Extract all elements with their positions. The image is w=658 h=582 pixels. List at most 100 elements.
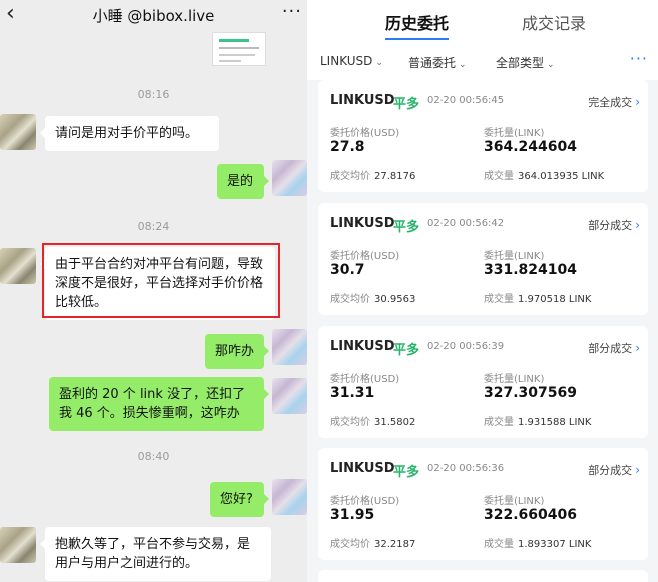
filled-value: 1.931588 LINK <box>518 417 592 428</box>
tab-trade-records[interactable]: 成交记录 <box>522 10 586 34</box>
order-side: 平多 <box>393 343 420 358</box>
timestamp: 08:40 <box>137 450 170 463</box>
filled-value: 1.893307 LINK <box>518 539 592 550</box>
avg-price-row: 成交均价 30.9563 <box>330 290 415 305</box>
avg-price-value: 31.5802 <box>374 417 416 428</box>
avatar[interactable] <box>272 160 307 196</box>
image-message-thumbnail[interactable] <box>212 32 266 66</box>
avatar[interactable] <box>272 479 307 515</box>
tab-bar: 历史委托 成交记录 <box>307 0 658 44</box>
avatar[interactable] <box>0 248 36 284</box>
order-time: 02-20 00:56:42 <box>427 218 505 229</box>
order-time: 02-20 00:56:36 <box>427 463 505 474</box>
message-bubble-in[interactable]: 请问是用对手价平的吗。 <box>40 116 219 151</box>
tab-order-history[interactable]: 历史委托 <box>385 10 449 34</box>
price-label: 委托价格(USD) <box>330 251 400 262</box>
avg-price-row: 成交均价 31.5802 <box>330 413 415 428</box>
avg-price-value: 32.2187 <box>374 539 416 550</box>
order-side: 平多 <box>393 97 420 112</box>
order-status: 部分成交 <box>588 342 633 355</box>
order-card-partial[interactable] <box>318 570 648 582</box>
avg-price-label: 成交均价 <box>330 171 370 182</box>
chevron-down-icon: ⌄ <box>375 58 383 68</box>
filled-row: 成交量 1.893307 LINK <box>484 535 591 550</box>
message-bubble-in[interactable]: 抱歉久等了，平台不参与交易，是用户与用户之间进行的。 <box>40 527 271 581</box>
avg-price-label: 成交均价 <box>330 539 370 550</box>
avatar[interactable] <box>272 378 307 414</box>
message-bubble-out[interactable]: 盈利的 20 个 link 没了，还扣了我 46 个。损失惨重啊，这咋办 <box>49 377 269 431</box>
filled-value: 364.013935 LINK <box>518 171 605 182</box>
chevron-down-icon: ⌄ <box>459 60 467 70</box>
filled-row: 成交量 1.970518 LINK <box>484 290 591 305</box>
all-types-dropdown[interactable]: 全部类型 ⌄ <box>496 54 555 71</box>
order-price: 31.95 <box>330 507 375 523</box>
filled-label: 成交量 <box>484 294 514 305</box>
avg-price-label: 成交均价 <box>330 417 370 428</box>
order-status-link[interactable]: 部分成交 › <box>588 340 640 356</box>
more-options-icon[interactable]: ··· <box>630 49 648 68</box>
chat-panel: ‹ 小睡 @bibox.live ··· 08:16 请问是用对手价平的吗。 是… <box>0 0 307 582</box>
message-bubble-out[interactable]: 那咋办 <box>205 334 269 369</box>
order-card[interactable]: LINKUSD 平多 02-20 00:56:36 部分成交 › 委托价格(USD… <box>318 448 648 560</box>
order-side: 平多 <box>393 465 420 480</box>
highlight-box <box>42 243 280 318</box>
amount-label: 委托量(LINK) <box>484 128 545 139</box>
order-status-link[interactable]: 部分成交 › <box>588 462 640 478</box>
order-symbol: LINKUSD <box>330 93 395 108</box>
order-side: 平多 <box>393 220 420 235</box>
order-price: 30.7 <box>330 262 365 278</box>
all-types-label: 全部类型 <box>496 56 545 70</box>
active-tab-indicator <box>385 38 449 40</box>
avg-price-value: 27.8176 <box>374 171 416 182</box>
order-symbol: LINKUSD <box>330 461 395 476</box>
avatar[interactable] <box>0 114 36 150</box>
chat-title: 小睡 @bibox.live <box>92 7 215 25</box>
chevron-down-icon: ⌄ <box>547 60 555 70</box>
amount-label: 委托量(LINK) <box>484 496 545 507</box>
order-status-link[interactable]: 完全成交 › <box>588 94 640 110</box>
filled-value: 1.970518 LINK <box>518 294 592 305</box>
order-time: 02-20 00:56:45 <box>427 95 505 106</box>
order-card[interactable]: LINKUSD 平多 02-20 00:56:45 完全成交 › 委托价格(USD… <box>318 80 648 192</box>
more-dots-icon[interactable]: ··· <box>282 1 302 22</box>
order-amount: 331.824104 <box>484 262 577 278</box>
order-type-dropdown[interactable]: 普通委托 ⌄ <box>408 54 467 71</box>
order-amount: 327.307569 <box>484 385 577 401</box>
avg-price-value: 30.9563 <box>374 294 416 305</box>
order-card[interactable]: LINKUSD 平多 02-20 00:56:42 部分成交 › 委托价格(USD… <box>318 203 648 315</box>
order-status: 部分成交 <box>588 219 633 232</box>
order-history-panel: 历史委托 成交记录 LINKUSD ⌄ 普通委托 ⌄ 全部类型 ⌄ ··· LINKU… <box>307 0 658 582</box>
avatar[interactable] <box>272 329 307 365</box>
order-symbol: LINKUSD <box>330 339 395 354</box>
avg-price-row: 成交均价 27.8176 <box>330 167 415 182</box>
amount-label: 委托量(LINK) <box>484 251 545 262</box>
avg-price-row: 成交均价 32.2187 <box>330 535 415 550</box>
message-bubble-out[interactable]: 是的 <box>217 164 269 199</box>
chevron-right-icon: › <box>635 341 640 355</box>
order-price: 27.8 <box>330 139 365 155</box>
order-symbol: LINKUSD <box>330 216 395 231</box>
avatar[interactable] <box>0 527 36 563</box>
order-time: 02-20 00:56:39 <box>427 341 505 352</box>
order-status: 部分成交 <box>588 464 633 477</box>
order-price: 31.31 <box>330 385 375 401</box>
pair-filter-label: LINKUSD <box>320 54 373 68</box>
amount-label: 委托量(LINK) <box>484 374 545 385</box>
order-type-label: 普通委托 <box>408 56 457 70</box>
timestamp: 08:16 <box>137 88 170 101</box>
filled-row: 成交量 364.013935 LINK <box>484 167 604 182</box>
order-amount: 364.244604 <box>484 139 577 155</box>
chat-header: ‹ 小睡 @bibox.live ··· <box>0 0 307 30</box>
message-bubble-out[interactable]: 您好? <box>210 482 269 517</box>
avg-price-label: 成交均价 <box>330 294 370 305</box>
price-label: 委托价格(USD) <box>330 128 400 139</box>
chevron-right-icon: › <box>635 463 640 477</box>
price-label: 委托价格(USD) <box>330 496 400 507</box>
order-status-link[interactable]: 部分成交 › <box>588 217 640 233</box>
pair-filter-dropdown[interactable]: LINKUSD ⌄ <box>320 54 383 68</box>
price-label: 委托价格(USD) <box>330 374 400 385</box>
order-card[interactable]: LINKUSD 平多 02-20 00:56:39 部分成交 › 委托价格(USD… <box>318 326 648 438</box>
chevron-right-icon: › <box>635 95 640 109</box>
chevron-right-icon: › <box>635 218 640 232</box>
order-amount: 322.660406 <box>484 507 577 523</box>
